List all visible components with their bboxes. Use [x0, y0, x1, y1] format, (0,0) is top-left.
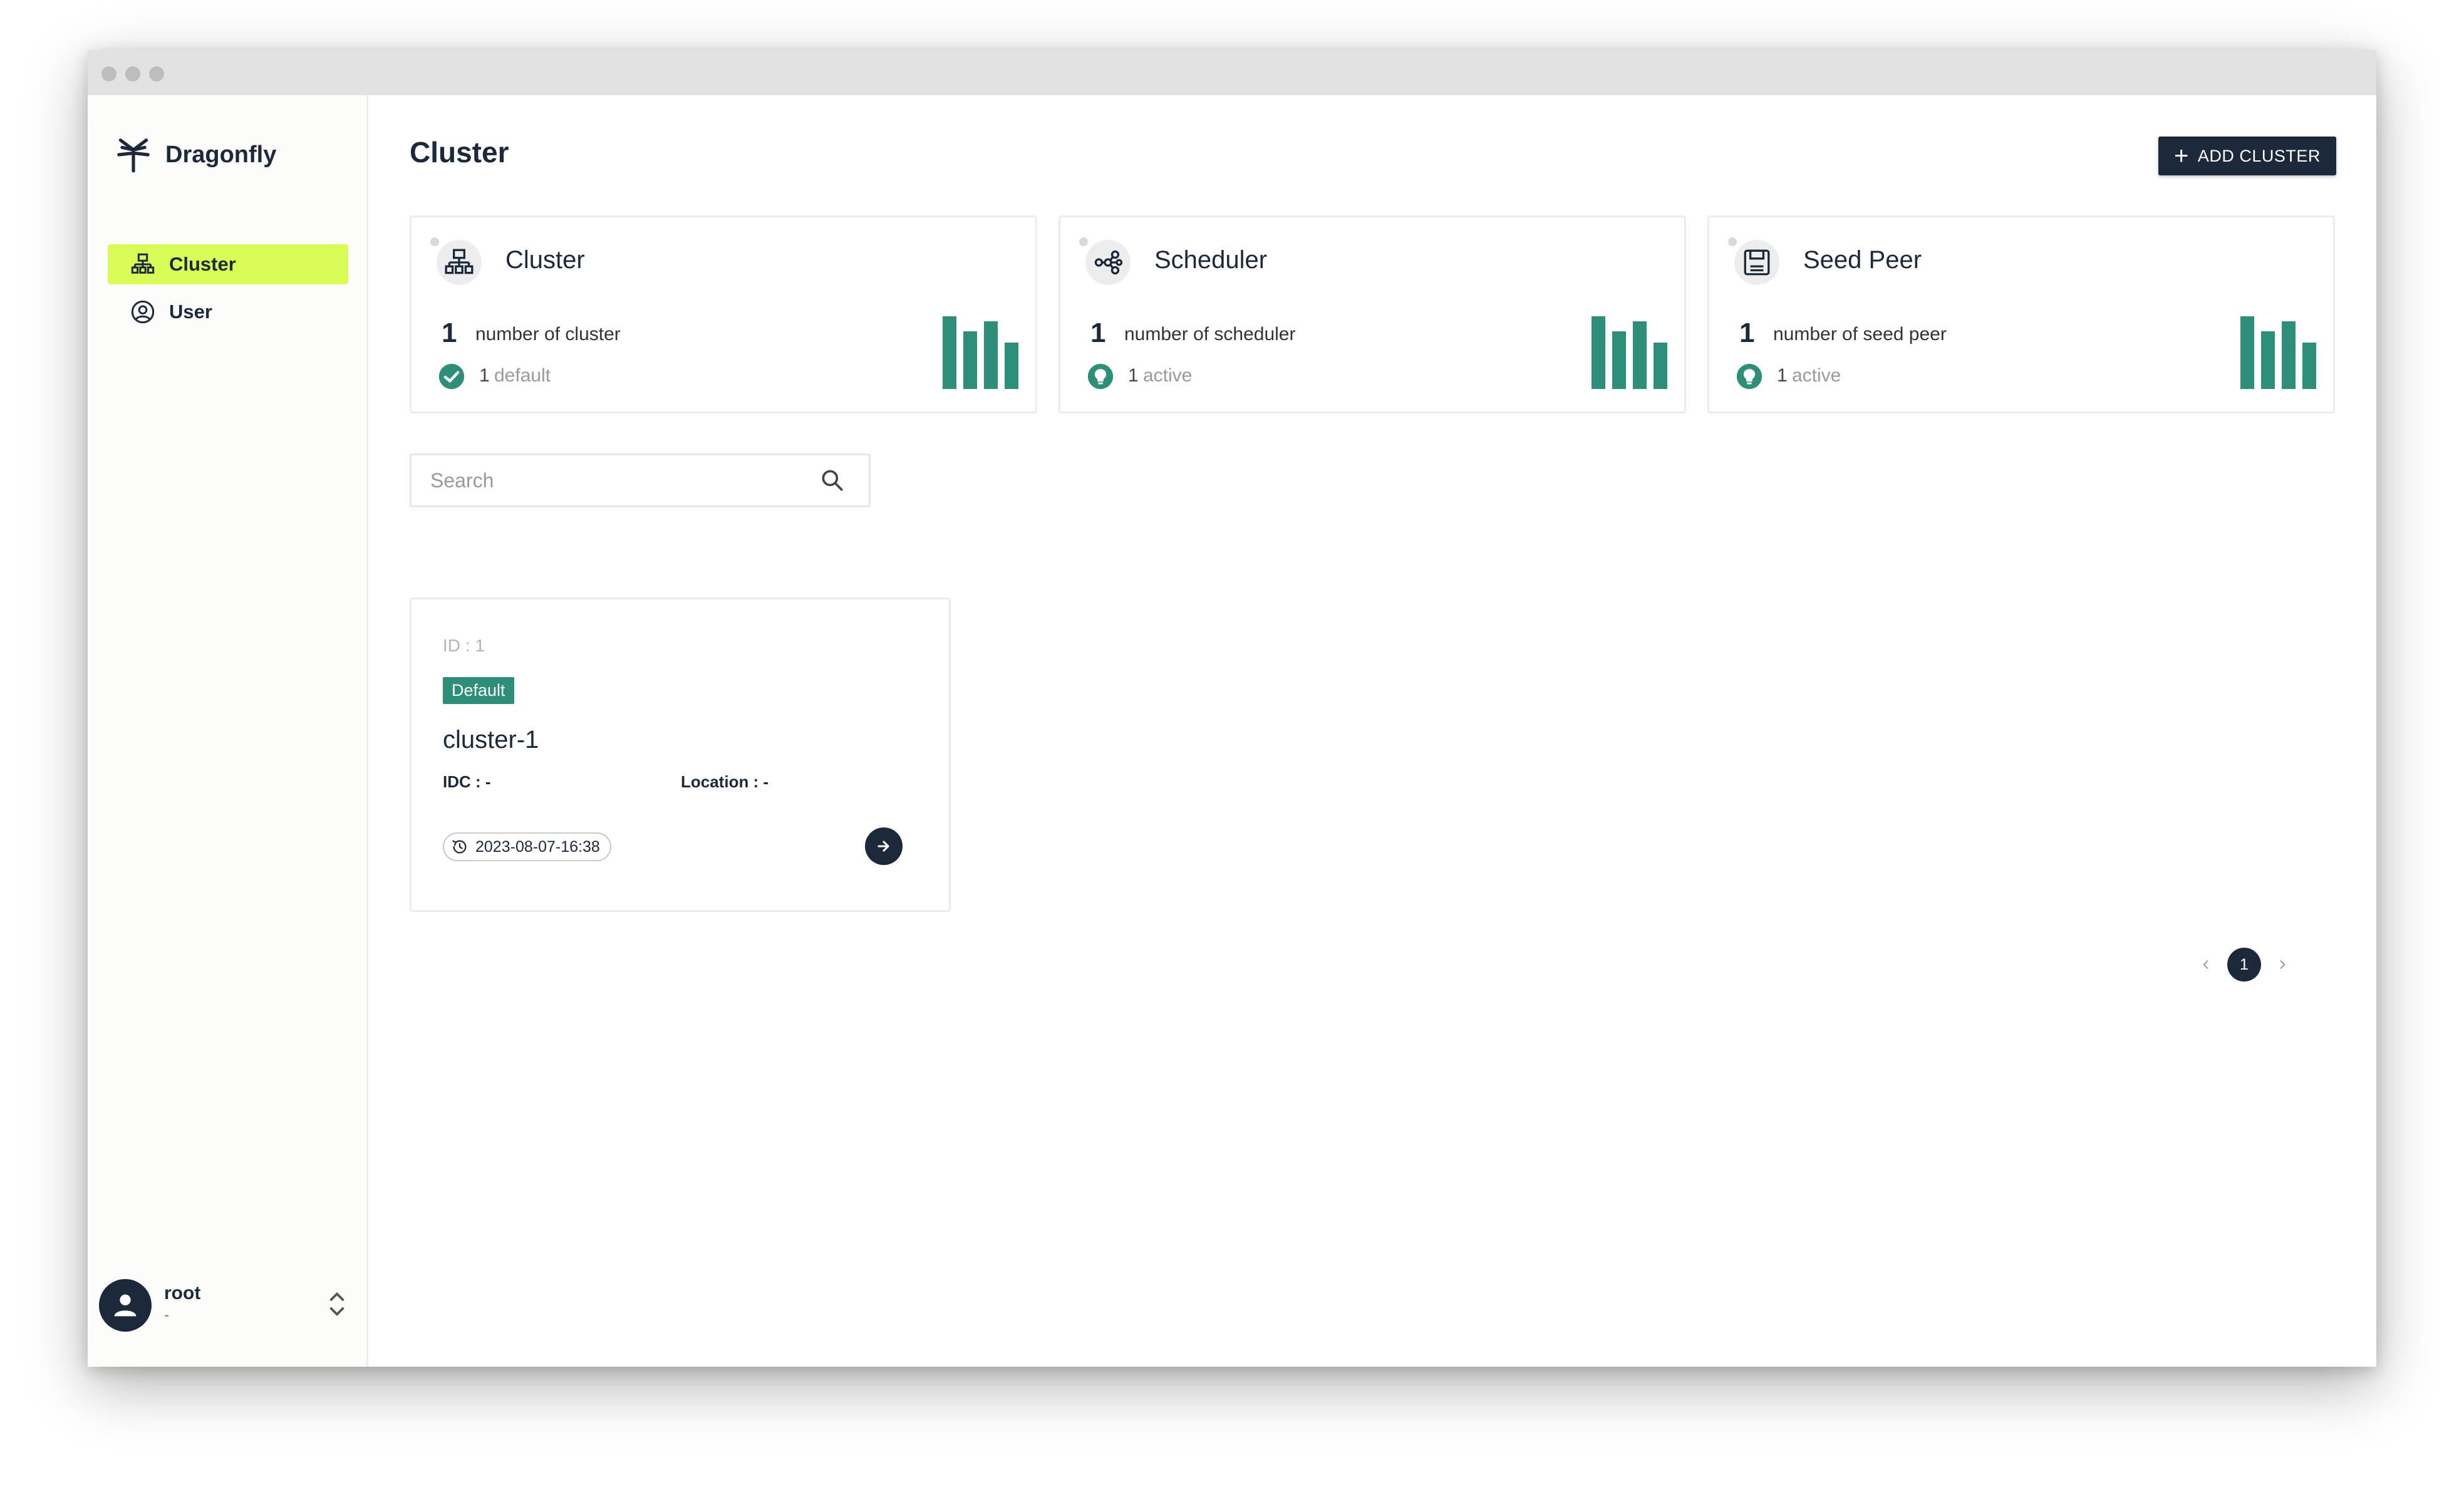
- bar-chart-icon: [1592, 316, 1667, 389]
- window-titlebar: [88, 50, 2376, 95]
- stat-title: Seed Peer: [1803, 246, 1922, 274]
- stat-label: number of cluster: [475, 324, 621, 345]
- stat-sub-count: 1: [479, 365, 490, 386]
- stat-sub-count: 1: [1777, 365, 1788, 386]
- account-menu[interactable]: root -: [99, 1279, 357, 1339]
- stat-title: Cluster: [505, 246, 585, 274]
- stat-sub-label: active: [1792, 365, 1841, 386]
- open-cluster-button[interactable]: [865, 827, 903, 865]
- scheduler-icon: [1094, 250, 1123, 275]
- stat-title: Scheduler: [1154, 246, 1268, 274]
- window-maximize-dot[interactable]: [149, 66, 164, 81]
- stat-count: 1: [1739, 318, 1755, 348]
- stat-card-scheduler: Scheduler 1 number of scheduler 1 active: [1059, 215, 1686, 413]
- stat-sub-label: default: [494, 365, 551, 386]
- chevron-right-icon: [2280, 960, 2285, 969]
- app-name: Dragonfly: [165, 141, 277, 168]
- sidebar-item-user[interactable]: User: [108, 292, 348, 332]
- search-input[interactable]: [412, 455, 812, 505]
- plus-icon: +: [2174, 142, 2189, 170]
- account-subtitle: -: [164, 1307, 169, 1324]
- updated-time: 2023-08-07-16:38: [475, 837, 600, 856]
- bar-chart-icon: [943, 316, 1018, 389]
- default-badge: Default: [443, 677, 514, 704]
- stat-icon-badge: [1079, 237, 1131, 285]
- window-minimize-dot[interactable]: [125, 66, 140, 81]
- updated-time-chip: 2023-08-07-16:38: [443, 832, 611, 861]
- stat-label: number of seed peer: [1773, 324, 1947, 345]
- avatar: [99, 1279, 152, 1332]
- stat-card-seed-peer: Seed Peer 1 number of seed peer 1 active: [1707, 215, 2335, 413]
- page-number[interactable]: 1: [2227, 948, 2261, 982]
- arrow-right-icon: [877, 841, 889, 852]
- user-circle-icon: [131, 300, 155, 324]
- stat-label: number of scheduler: [1124, 324, 1296, 345]
- sidebar: Dragonfly Cluster User root -: [88, 95, 368, 1367]
- brand[interactable]: Dragonfly: [114, 135, 276, 174]
- check-circle-icon: [438, 363, 465, 390]
- add-cluster-label: ADD CLUSTER: [2197, 146, 2321, 165]
- stat-count: 1: [442, 318, 457, 348]
- cluster-idc: IDC : -: [443, 772, 491, 791]
- main-content: Cluster + ADD CLUSTER Cluster 1 number o…: [368, 95, 2376, 1367]
- history-icon: [452, 840, 467, 854]
- add-cluster-button[interactable]: + ADD CLUSTER: [2158, 137, 2336, 175]
- cluster-icon: [131, 253, 155, 274]
- account-name: root: [164, 1283, 201, 1303]
- lightbulb-icon: [1087, 363, 1114, 390]
- stat-sub-label: active: [1143, 365, 1193, 386]
- sidebar-item-label: User: [169, 301, 212, 323]
- cluster-id: ID : 1: [443, 636, 485, 655]
- pagination: 1: [2193, 947, 2295, 982]
- cluster-icon: [445, 249, 474, 274]
- stat-sub-count: 1: [1128, 365, 1139, 386]
- chevron-left-icon: [2203, 960, 2208, 969]
- search-box: [410, 453, 871, 507]
- bar-chart-icon: [2240, 316, 2316, 389]
- seed-peer-icon: [1744, 249, 1770, 276]
- stat-card-cluster: Cluster 1 number of cluster 1 default: [410, 215, 1037, 413]
- cluster-name: cluster-1: [443, 726, 539, 754]
- window-close-dot[interactable]: [101, 66, 116, 81]
- page-title: Cluster: [410, 136, 509, 168]
- dragonfly-logo-icon: [117, 138, 150, 173]
- lightbulb-icon: [1736, 363, 1763, 390]
- next-page-button[interactable]: [2270, 952, 2295, 977]
- person-icon: [114, 1294, 137, 1317]
- stat-icon-badge: [430, 237, 482, 285]
- browser-window: Dragonfly Cluster User root - Cluster + …: [88, 50, 2376, 1367]
- cluster-card[interactable]: ID : 1 Default cluster-1 IDC : - Locatio…: [410, 598, 951, 912]
- unfold-icon[interactable]: [328, 1285, 346, 1323]
- stat-count: 1: [1090, 318, 1106, 348]
- search-icon[interactable]: [819, 467, 846, 494]
- prev-page-button[interactable]: [2193, 952, 2218, 977]
- sidebar-item-cluster[interactable]: Cluster: [108, 244, 348, 284]
- stat-icon-badge: [1728, 237, 1779, 285]
- cluster-location: Location : -: [681, 772, 769, 791]
- sidebar-item-label: Cluster: [169, 253, 236, 275]
